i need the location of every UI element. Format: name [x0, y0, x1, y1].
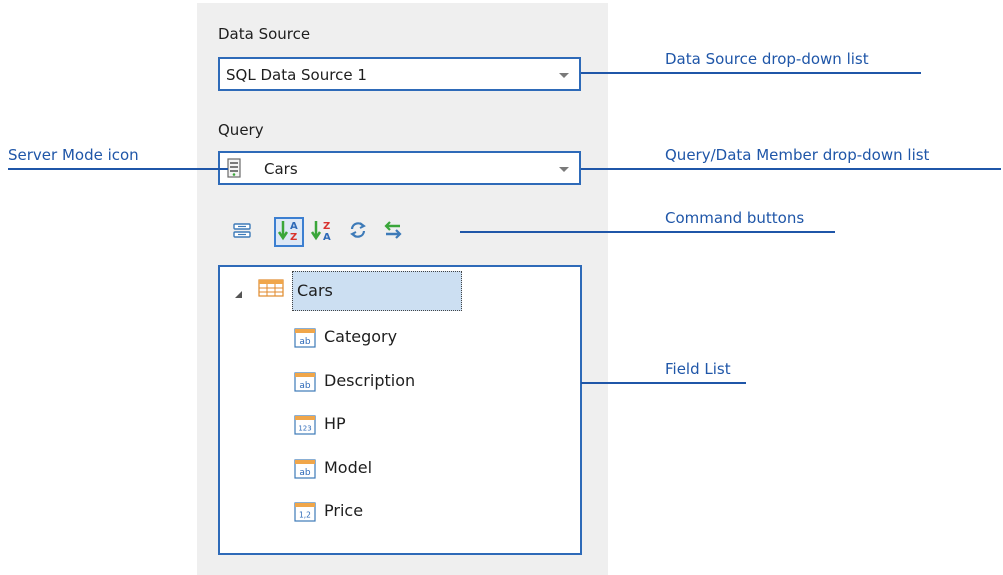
- svg-text:ab: ab: [299, 381, 311, 391]
- field-label: HP: [324, 414, 346, 433]
- decimal-field-icon: 1,2: [294, 502, 316, 526]
- tree-node-cars[interactable]: Cars: [292, 271, 462, 311]
- string-field-icon: ab: [294, 328, 316, 352]
- chevron-down-icon: [559, 73, 569, 78]
- callout-underline: [581, 382, 746, 384]
- sort-ascending-az-icon: A Z: [277, 218, 301, 246]
- callout-underline: [8, 168, 228, 170]
- tree-node-label: Cars: [297, 281, 333, 300]
- svg-text:1,2: 1,2: [299, 511, 311, 520]
- svg-text:A: A: [323, 232, 331, 242]
- callout-query: Query/Data Member drop-down list: [665, 146, 930, 164]
- string-field-icon: ab: [294, 372, 316, 396]
- data-source-value: SQL Data Source 1: [226, 66, 367, 84]
- swap-button[interactable]: [378, 217, 408, 247]
- chevron-down-icon: [559, 167, 569, 172]
- expand-toggle-icon[interactable]: [235, 291, 242, 298]
- callout-server-mode: Server Mode icon: [8, 146, 139, 164]
- field-list-tree[interactable]: Cars ab Category ab Description 123 HP a…: [218, 265, 582, 555]
- sort-descending-button[interactable]: Z A: [307, 217, 337, 247]
- refresh-icon: [348, 220, 368, 244]
- sort-descending-za-icon: Z A: [310, 218, 334, 246]
- field-label: Model: [324, 458, 373, 477]
- svg-text:A: A: [290, 221, 298, 232]
- sort-ascending-button[interactable]: A Z: [274, 217, 304, 247]
- refresh-button[interactable]: [343, 217, 373, 247]
- field-label: Category: [324, 327, 398, 346]
- data-source-label: Data Source: [218, 25, 311, 43]
- server-mode-icon: [227, 158, 241, 182]
- query-dropdown[interactable]: Cars: [218, 151, 581, 185]
- query-label: Query: [218, 121, 264, 139]
- collapse-all-button[interactable]: [227, 217, 257, 247]
- svg-text:Z: Z: [290, 232, 297, 242]
- table-icon: [258, 279, 284, 301]
- integer-field-icon: 123: [294, 415, 316, 439]
- swap-icon: [382, 220, 404, 244]
- svg-text:ab: ab: [299, 337, 311, 347]
- field-label: Price: [324, 501, 364, 520]
- callout-commands: Command buttons: [665, 209, 805, 227]
- svg-text:123: 123: [298, 425, 311, 433]
- callout-data-source: Data Source drop-down list: [665, 50, 869, 68]
- callout-underline: [581, 168, 1001, 170]
- svg-text:Z: Z: [323, 221, 330, 232]
- collapse-icon: [232, 221, 252, 243]
- svg-text:ab: ab: [299, 468, 311, 478]
- string-field-icon: ab: [294, 459, 316, 483]
- callout-underline: [581, 72, 921, 74]
- query-value: Cars: [264, 160, 298, 178]
- callout-underline: [460, 231, 835, 233]
- data-source-dropdown[interactable]: SQL Data Source 1: [218, 57, 581, 91]
- callout-field-list: Field List: [665, 360, 731, 378]
- field-label: Description: [324, 371, 416, 390]
